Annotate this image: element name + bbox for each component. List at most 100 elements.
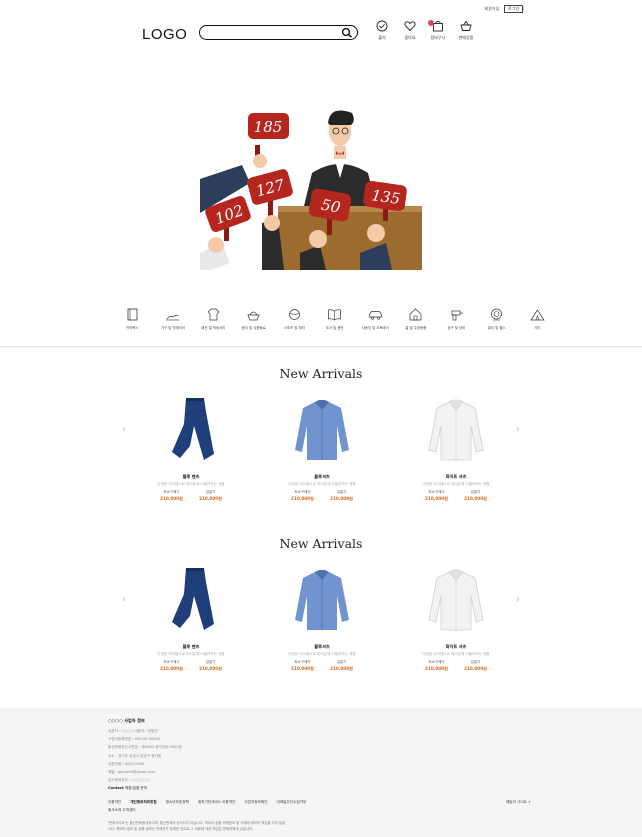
category-item[interactable]: 패션 및 액세서리	[193, 307, 234, 330]
category-item[interactable]: 기타	[517, 307, 558, 330]
product-name: 화이트 셔츠	[445, 644, 467, 649]
category-item[interactable]: 홈 및 주방용품	[396, 307, 437, 330]
footer-line: 사업자등록번호 : 000-00-00000	[108, 737, 161, 742]
footer-links: 이용약관 개인정보처리방침 청소년보호정책 위치기반서비스 이용약관 사업자정보…	[108, 800, 306, 805]
product-name: 블루 팬츠	[182, 644, 200, 649]
clothes-icon	[207, 308, 220, 321]
min-price: 210,000원	[425, 666, 448, 671]
bid-price-label: 입찰가	[336, 490, 347, 494]
product-name: 화이트 셔츠	[445, 474, 467, 479]
login-button[interactable]: 로그인	[504, 5, 523, 13]
footer-link[interactable]: 개인정보처리방침	[130, 800, 156, 805]
min-price-label: 최소구매가	[428, 490, 445, 494]
carousel-prev-button[interactable]: ‹	[122, 594, 126, 605]
auction-hero-illustration: 185 127 102 50 135	[200, 110, 422, 270]
min-price: 210,000원	[425, 496, 448, 501]
min-price-label: 최소구매가	[294, 660, 311, 664]
category-label: 홈 및 주방용품	[405, 326, 427, 330]
sell-button[interactable]: 판매상품	[457, 20, 475, 41]
footer-line: 대표전화 : 0000-0000	[108, 761, 145, 766]
min-price-label: 최소구매가	[294, 490, 311, 494]
product-card[interactable]: 블루셔츠 다양한 아이템으로 여러분께 어울려보는 제품 최소구매가 210,00…	[262, 566, 382, 672]
category-item[interactable]: 음식 및 식품음료	[234, 307, 275, 330]
carousel-next-button[interactable]: ›	[516, 594, 520, 605]
product-card[interactable]: 블루셔츠 다양한 아이템으로 여러분께 어울려보는 제품 최소구매가 210,00…	[262, 396, 382, 502]
category-item[interactable]: 도서 및 음반	[315, 307, 356, 330]
category-label: 스포츠 및 레저	[283, 326, 305, 330]
bid-price: 210,000원	[330, 496, 353, 501]
bid-price: 210,000원	[464, 666, 487, 671]
section-divider	[0, 346, 642, 347]
car-icon	[368, 311, 382, 320]
cart-label: 장바구니	[430, 35, 446, 40]
contact-label: Contact	[108, 786, 124, 791]
book-icon	[127, 308, 138, 321]
product-desc: 다양한 아이템으로 여러분께 어울려보는 제품	[157, 652, 225, 656]
contact-link[interactable]: 제휴/입점 문의	[125, 786, 147, 790]
podium	[278, 206, 422, 270]
bid-price: 210,000원	[330, 666, 353, 671]
category-item[interactable]: 공구 및 장비	[436, 307, 477, 330]
basket-icon	[460, 20, 472, 31]
search-input[interactable]	[208, 34, 338, 46]
bid-price-label: 입찰가	[470, 660, 481, 664]
product-card[interactable]: 화이트 셔츠 다양한 아이템으로 여러분께 어울려보는 제품 최소구매가 210,…	[396, 396, 516, 502]
drill-icon	[451, 310, 463, 321]
carousel-next-button[interactable]: ›	[516, 424, 520, 435]
camping-icon	[530, 309, 545, 321]
footer-link[interactable]: 사업자정보확인	[244, 800, 267, 805]
heart-icon	[404, 21, 416, 32]
family-site-select[interactable]: 패밀리 사이트 ∨	[506, 800, 531, 805]
likes-button[interactable]: 좋아요	[401, 20, 419, 41]
category-label: 인터북스	[126, 326, 139, 330]
product-card[interactable]: 블루 팬츠 다양한 아이템으로 여러분께 어울려보는 제품 최소구매가 210,0…	[131, 566, 251, 672]
footer-link[interactable]: 청소년보호정책	[166, 800, 189, 805]
category-item[interactable]: 뷰티 및 헬스	[477, 307, 518, 330]
category-label: 공구 및 장비	[447, 326, 466, 330]
category-item[interactable]: 가구 및 인테리어	[153, 307, 194, 330]
footer-line: 대표자 : ○○○ | 대표자 : 성명진	[108, 729, 158, 733]
paddle-185: 185	[248, 113, 289, 168]
product-desc: 다양한 아이템으로 여러분께 어울려보는 제품	[422, 482, 490, 486]
min-price: 210,000원	[291, 666, 314, 671]
footer-line: 주소 : 경기도 성남시 분당구 정자동	[108, 753, 162, 758]
svg-text:50: 50	[320, 196, 342, 217]
signup-link[interactable]: 회원가입	[485, 6, 500, 12]
bid-price: 210,000원	[464, 496, 487, 501]
carousel-prev-button[interactable]: ‹	[122, 424, 126, 435]
product-card[interactable]: 블루 팬츠 다양한 아이템으로 여러분께 어울려보는 제품 최소구매가 210,0…	[131, 396, 251, 502]
blue-pants-image	[172, 398, 214, 460]
footer-link[interactable]: 이용약관	[108, 800, 121, 805]
product-card[interactable]: 화이트 셔츠 다양한 아이템으로 여러분께 어울려보는 제품 최소구매가 210,…	[396, 566, 516, 672]
footer-link[interactable]: 이메일무단수집거부	[277, 800, 307, 805]
min-price-label: 최소구매가	[163, 490, 180, 494]
footer-line: 호스팅제공자 : ○○○○○○	[108, 778, 151, 783]
white-shirt-image	[428, 399, 484, 461]
bid-price-label: 입찰가	[336, 660, 347, 664]
search-icon[interactable]	[341, 27, 353, 38]
footer-link-row2[interactable]: 회사소개 고객센터	[108, 808, 136, 813]
footer-info: 대표자 : ○○○ | 대표자 : 성명진 사업자등록번호 : 000-00-0…	[108, 727, 182, 793]
header-icons: 출석 좋아요 장바구니 판매상품	[373, 20, 475, 41]
category-item[interactable]: 인터북스	[112, 307, 153, 330]
category-item[interactable]: 자동차 및 오토바이	[355, 307, 396, 330]
footer: ○○○○ 사업자 정보 대표자 : ○○○ | 대표자 : 성명진 사업자등록번…	[0, 708, 642, 837]
category-item[interactable]: 스포츠 및 레저	[274, 307, 315, 330]
sell-label: 판매상품	[458, 35, 474, 40]
footer-disclaimer: '판매사이트'는 통신판매중개자이며, 통신판매의 당사자가 아닙니다. 따라서…	[108, 821, 286, 831]
product-name: 블루 팬츠	[182, 474, 200, 479]
product-desc: 다양한 아이템으로 여러분께 어울려보는 제품	[157, 482, 225, 486]
min-price-label: 최소구매가	[163, 660, 180, 664]
white-shirt-image	[428, 569, 484, 631]
min-price: 210,000원	[160, 496, 183, 501]
blue-pants-image	[172, 568, 214, 630]
sports-icon	[288, 309, 300, 320]
footer-contact: Contact 제휴/입점 문의	[108, 784, 182, 792]
category-label: 음식 및 식품음료	[241, 326, 266, 330]
category-label: 뷰티 및 헬스	[487, 326, 506, 330]
cart-badge	[428, 20, 434, 26]
site-logo[interactable]: LOGO	[142, 26, 187, 43]
footer-link[interactable]: 위치기반서비스 이용약관	[198, 800, 236, 805]
attendance-button[interactable]: 출석	[373, 20, 391, 41]
blue-shirt-image	[295, 570, 349, 630]
